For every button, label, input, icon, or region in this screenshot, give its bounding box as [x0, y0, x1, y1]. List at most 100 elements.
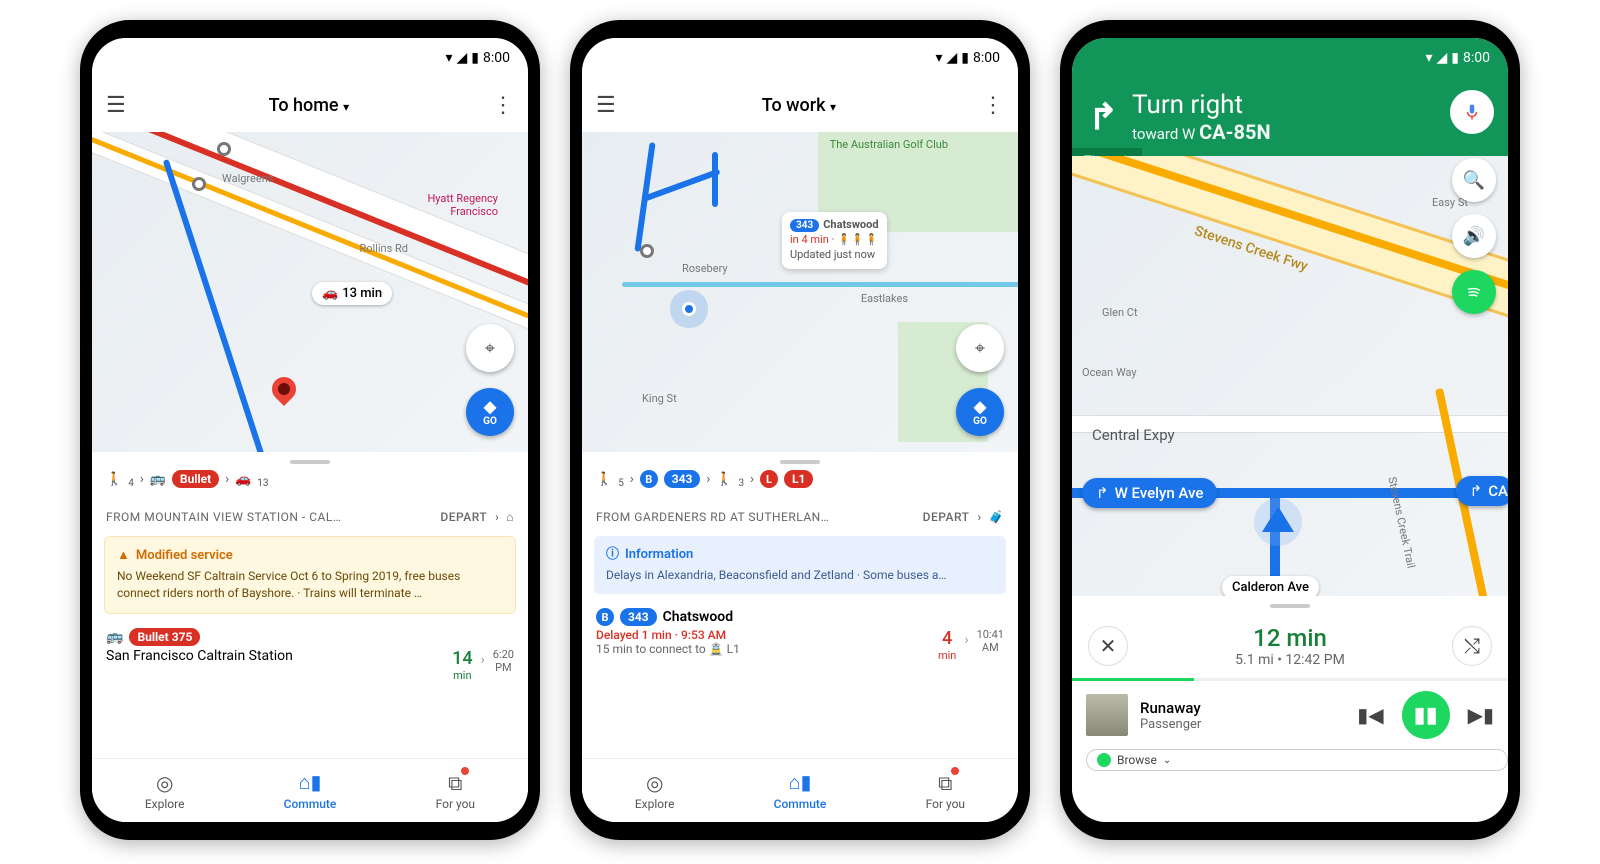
flag-icon: ⧉ — [448, 771, 462, 795]
phone-frame-2: ▾◢▮ 8:00 ☰ To work ▾ ⋮ The Australian Go… — [570, 20, 1030, 840]
nav-instruction: ↱ Turn right toward W CA-85N — [1072, 78, 1508, 156]
nav-map[interactable]: Stevens Creek Fwy Easy St Glen Ct Ocean … — [1072, 156, 1508, 596]
commute-header: ☰ To home ▾ ⋮ — [92, 78, 528, 132]
from-row[interactable]: FROM MOUNTAIN VIEW STATION - CAL… DEPART… — [92, 498, 528, 536]
eta-chip: 🚗 13 min — [312, 282, 392, 305]
next-button[interactable]: ▶▮ — [1468, 703, 1494, 727]
bus-icon: 🚌 — [150, 472, 166, 487]
go-button[interactable]: ◆GO — [956, 388, 1004, 436]
walk-icon: 🚶 — [106, 472, 122, 487]
track-title: Runaway — [1140, 699, 1345, 717]
trip-option[interactable]: 🚌 Bullet 375 San Francisco Caltrain Stat… — [92, 624, 528, 686]
sound-button[interactable]: 🔊 — [1452, 214, 1496, 258]
locate-button[interactable]: ⌖ — [956, 324, 1004, 372]
warning-icon: ▲ — [117, 547, 130, 566]
nav-cursor-icon — [1262, 506, 1294, 532]
road-label: Ocean Way — [1082, 366, 1137, 379]
locate-button[interactable]: ⌖ — [466, 324, 514, 372]
hamburger-icon[interactable]: ☰ — [596, 93, 616, 118]
tab-foryou[interactable]: ⧉For you — [383, 759, 528, 822]
routes-button[interactable]: ⤭ — [1452, 626, 1492, 666]
phone-frame-3: ▾◢▮ 8:00 ↱ Turn right toward W CA-85N Th… — [1060, 20, 1520, 840]
current-road-badge: ↱ W Evelyn Ave — [1082, 478, 1217, 508]
alert-body: No Weekend SF Caltrain Service Oct 6 to … — [117, 568, 503, 603]
map-canvas[interactable]: The Australian Golf Club Rosebery Eastla… — [582, 132, 1018, 452]
info-alert[interactable]: ⓘInformation Delays in Alexandria, Beaco… — [594, 536, 1006, 594]
walk-icon: 🚶 — [716, 472, 732, 487]
hamburger-icon[interactable]: ☰ — [106, 93, 126, 118]
alert-body: Delays in Alexandria, Beaconsfield and Z… — [606, 567, 994, 584]
flag-icon: ⧉ — [938, 771, 952, 795]
depart-selector[interactable]: DEPART › 🧳 — [923, 510, 1004, 524]
from-row[interactable]: FROM GARDENERS RD AT SUTHERLAN… DEPART ›… — [582, 498, 1018, 536]
music-player: Runaway Passenger ▮◀ ▮▮ ▶▮ — [1072, 681, 1508, 749]
park-label: The Australian Golf Club — [830, 138, 948, 151]
line-pill: 343 — [620, 608, 657, 626]
tab-foryou[interactable]: ⧉For you — [873, 759, 1018, 822]
track-artist: Passenger — [1140, 717, 1345, 732]
area-label: Rosebery — [682, 262, 728, 275]
turn-right-icon: ↱ — [1088, 96, 1118, 138]
tab-commute[interactable]: ⌂▮Commute — [237, 759, 382, 822]
status-bar: ▾◢▮ 8:00 — [582, 38, 1018, 78]
poi-label: Walgreens — [222, 172, 273, 185]
pin-icon: ◎ — [646, 771, 663, 795]
album-art[interactable] — [1086, 694, 1128, 736]
browse-chip[interactable]: Browse ⌄ — [1086, 749, 1508, 771]
tab-commute[interactable]: ⌂▮Commute — [727, 759, 872, 822]
pause-button[interactable]: ▮▮ — [1402, 691, 1450, 739]
line-pill: Bullet 375 — [129, 628, 200, 646]
car-icon: 🚗 — [235, 472, 251, 487]
tab-explore[interactable]: ◎Explore — [582, 759, 727, 822]
service-alert[interactable]: ▲Modified service No Weekend SF Caltrain… — [104, 536, 516, 614]
transit-bubble[interactable]: 343Chatswood in 4 min · 🧍🧍🧍 Updated just… — [782, 212, 887, 269]
spotify-icon — [1097, 753, 1111, 767]
road-label: King St — [642, 392, 677, 405]
walk-icon: 🚶 — [596, 472, 612, 487]
bottom-nav: ◎Explore ⌂▮Commute ⧉For you — [92, 758, 528, 822]
search-button[interactable]: 🔍 — [1452, 158, 1496, 202]
close-button[interactable]: ✕ — [1088, 626, 1128, 666]
status-bar: ▾◢▮ 8:00 — [92, 38, 528, 78]
eta-block: 12 min 5.1 mi • 12:42 PM — [1235, 624, 1345, 668]
phone-frame-1: ▾◢▮ 8:00 ☰ To home ▾ ⋮ Walgreens Hyatt R… — [80, 20, 540, 840]
poi-label: Hyatt Regency Francisco — [427, 192, 498, 218]
status-time: 8:00 — [483, 50, 510, 66]
spotify-button[interactable] — [1452, 270, 1496, 314]
pin-icon: ◎ — [156, 771, 173, 795]
trip-option[interactable]: B 343 Chatswood Delayed 1 min · 9:53 AM … — [582, 604, 1018, 666]
depart-selector[interactable]: DEPART › ⌂ — [440, 510, 514, 524]
overflow-icon[interactable]: ⋮ — [982, 93, 1004, 118]
map-canvas[interactable]: Walgreens Hyatt Regency Francisco Rollin… — [92, 132, 528, 452]
go-button[interactable]: ◆GO — [466, 388, 514, 436]
road-label: Rollins Rd — [359, 242, 408, 255]
road-label: Central Expy — [1092, 426, 1175, 444]
trip-destination: San Francisco Caltrain Station — [106, 648, 293, 664]
line-badge: B — [640, 470, 658, 488]
destination-dropdown[interactable]: To work ▾ — [762, 95, 836, 116]
home-icon: ⌂▮ — [788, 770, 811, 795]
bus-icon: 🚌 — [106, 629, 123, 645]
commute-header: ☰ To work ▾ ⋮ — [582, 78, 1018, 132]
turn-title: Turn right — [1132, 90, 1270, 120]
line-badge: L — [760, 470, 778, 488]
prev-button[interactable]: ▮◀ — [1357, 703, 1383, 727]
route-summary: 🚶4 › 🚌 Bullet › 🚗13 — [92, 470, 528, 498]
home-icon: ⌂▮ — [298, 770, 321, 795]
overflow-icon[interactable]: ⋮ — [492, 93, 514, 118]
status-time: 8:00 — [973, 50, 1000, 66]
status-bar: ▾◢▮ 8:00 — [1072, 38, 1508, 78]
nav-sheet: ✕ 12 min 5.1 mi • 12:42 PM ⤭ Runaway Pas… — [1072, 596, 1508, 822]
street-chip: Calderon Ave — [1222, 576, 1319, 596]
tab-explore[interactable]: ◎Explore — [92, 759, 237, 822]
road-label: Glen Ct — [1102, 306, 1138, 319]
mic-button[interactable] — [1450, 90, 1494, 134]
info-icon: ⓘ — [606, 546, 619, 565]
area-label: Eastlakes — [861, 292, 908, 305]
route-summary: 🚶5 › B 343 › 🚶3 › L L1 — [582, 470, 1018, 498]
from-station: FROM MOUNTAIN VIEW STATION - CAL… — [106, 510, 341, 524]
from-station: FROM GARDENERS RD AT SUTHERLAN… — [596, 510, 829, 524]
status-time: 8:00 — [1463, 50, 1490, 66]
line-pill: 343 — [664, 470, 701, 488]
destination-dropdown[interactable]: To home ▾ — [269, 95, 350, 116]
